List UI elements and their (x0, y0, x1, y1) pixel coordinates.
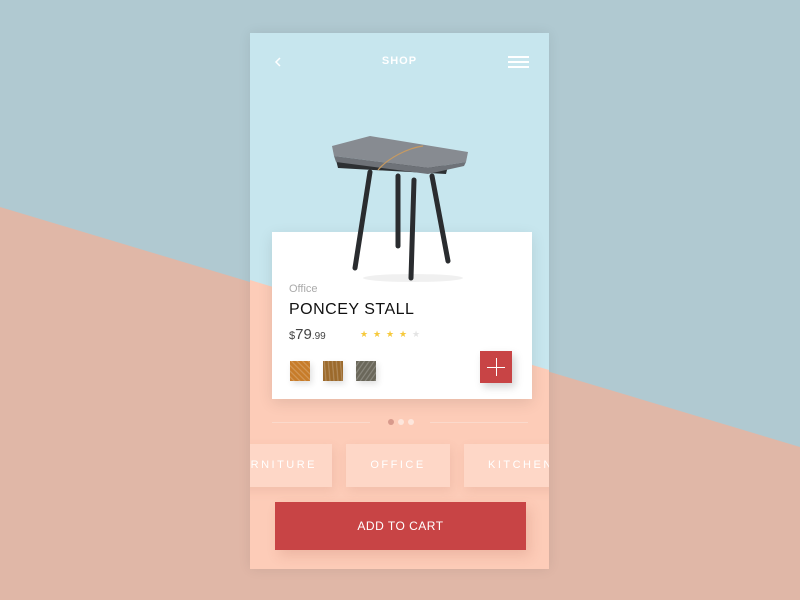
product-price: $79.99 (289, 326, 326, 344)
star-filled-icon: ★ (385, 330, 395, 340)
category-carousel: FURNITURE OFFICE KITCHEN (250, 444, 549, 487)
hamburger-menu-icon-bar (508, 66, 529, 68)
star-rating: ★ ★ ★ ★ ★ (359, 330, 421, 340)
add-to-cart-button[interactable]: ADD TO CART (275, 502, 526, 550)
stool-leg (352, 169, 373, 271)
category-office[interactable]: OFFICE (346, 444, 450, 487)
swatch-dark-stone[interactable] (356, 361, 376, 381)
stool-leg (408, 177, 417, 281)
material-swatches (290, 361, 376, 381)
star-filled-icon: ★ (398, 330, 408, 340)
pager-line-right (430, 422, 528, 423)
stool-leg (429, 173, 451, 264)
add-button[interactable] (480, 351, 512, 383)
page-title: SHOP (381, 55, 418, 67)
swatch-wood-grain[interactable] (323, 361, 343, 381)
product-category: Office (289, 283, 318, 295)
swatch-orange-marble[interactable] (290, 361, 310, 381)
pager-dot[interactable] (398, 419, 404, 425)
star-filled-icon: ★ (359, 330, 369, 340)
hamburger-menu-icon-bar (508, 56, 529, 58)
category-kitchen[interactable]: KITCHEN (464, 444, 549, 487)
pager-dot[interactable] (408, 419, 414, 425)
price-cents: .99 (311, 331, 326, 342)
pager (272, 418, 528, 428)
product-name: PONCEY STALL (289, 301, 415, 318)
price-whole: 79 (295, 326, 312, 343)
menu-button[interactable] (508, 56, 529, 68)
stool-image (332, 136, 468, 282)
app-header: SHOP (250, 33, 549, 93)
pager-line-left (272, 422, 370, 423)
category-furniture[interactable]: FURNITURE (250, 444, 332, 487)
pager-dot[interactable] (388, 419, 394, 425)
star-filled-icon: ★ (372, 330, 382, 340)
hamburger-menu-icon-bar (508, 61, 529, 63)
phone-screen: SHOP Office PONCEY STALL $79.99 ★ ★ ★ ★ ★ (250, 33, 549, 569)
star-empty-icon: ★ (411, 330, 421, 340)
pager-dots (388, 419, 414, 425)
